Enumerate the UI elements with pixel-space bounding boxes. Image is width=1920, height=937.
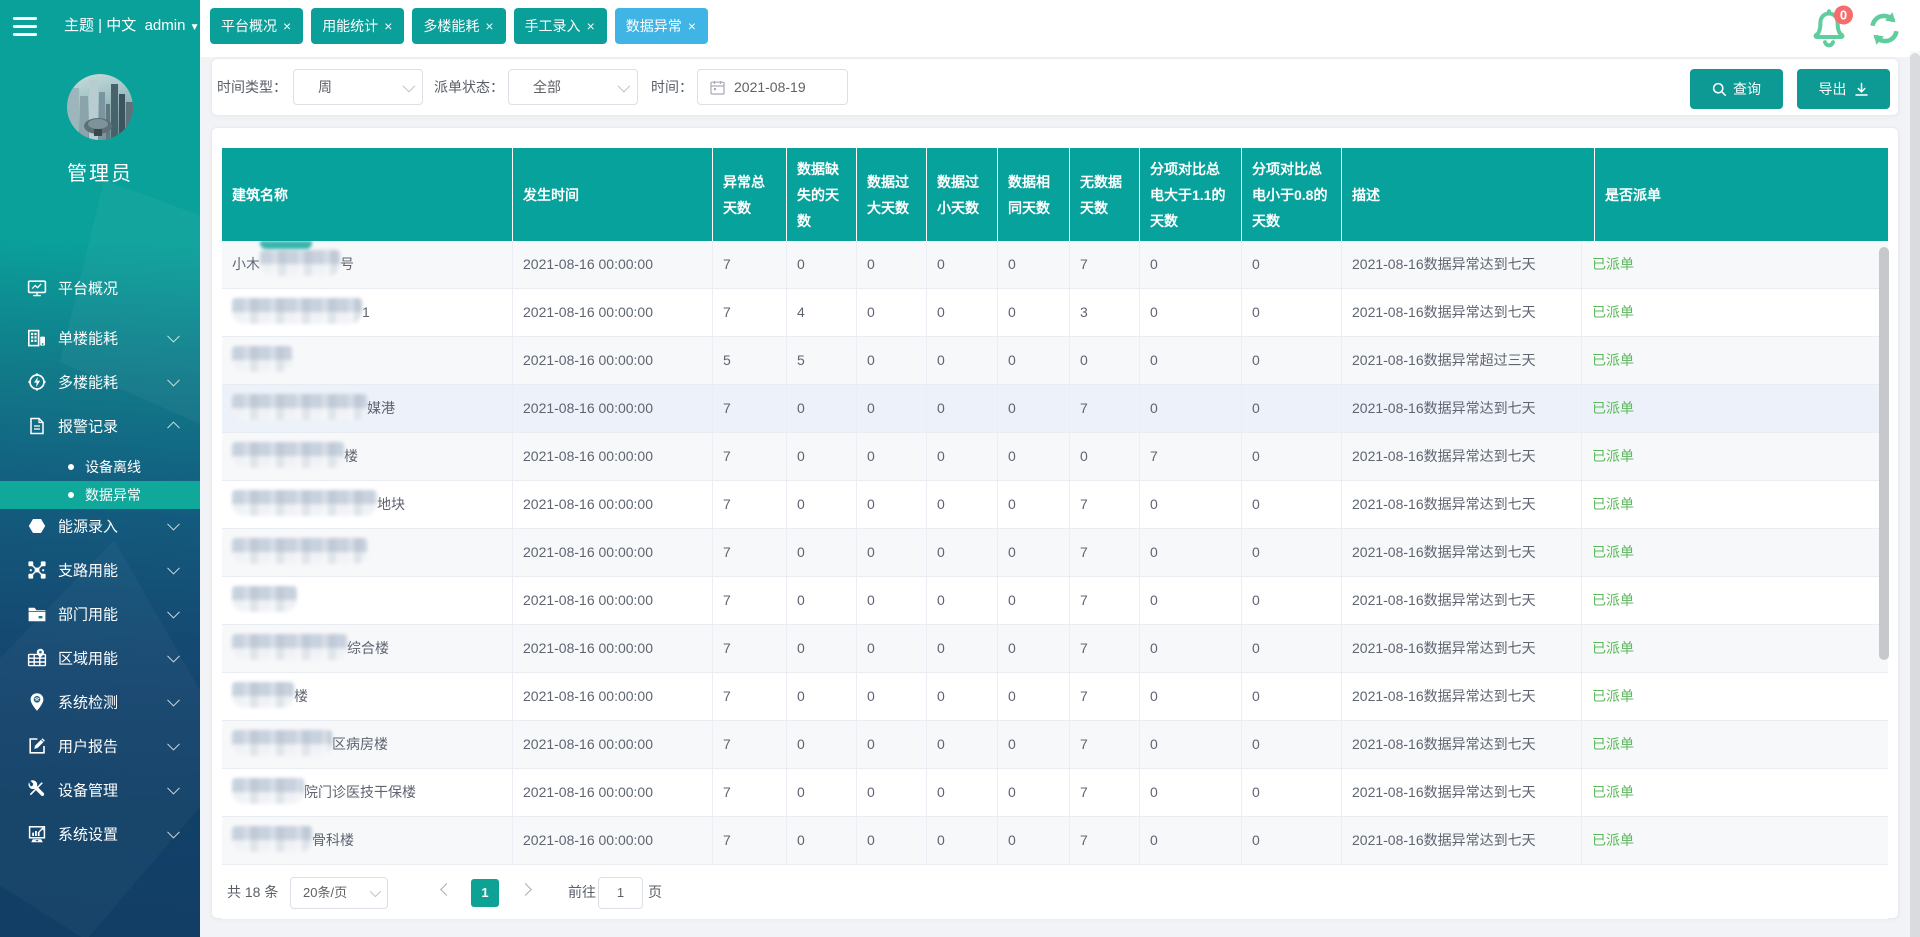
svg-text:0: 0 (1840, 8, 1847, 23)
